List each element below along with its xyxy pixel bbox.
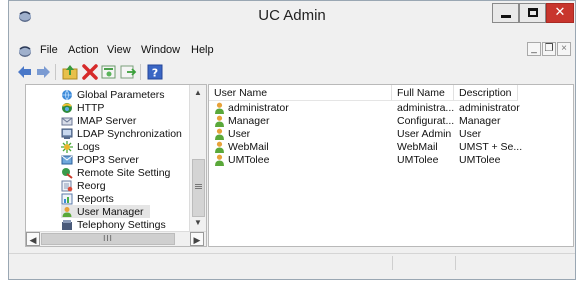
tree-item-logs[interactable]: Logs	[61, 140, 100, 153]
tree-item-user-manager[interactable]: User Manager	[61, 205, 150, 218]
tree-item-pop3-server[interactable]: POP3 Server	[61, 153, 139, 166]
navigation-tree-pane: Global Parameters HTTP IMAP Server LDAP …	[25, 84, 207, 247]
ldap-sync-icon	[61, 128, 73, 139]
table-row[interactable]: WebMail WebMail UMST + Se...	[209, 141, 575, 154]
logs-icon	[61, 140, 73, 153]
user-name-cell: Manager	[228, 115, 270, 127]
scroll-left-arrow[interactable]: ◀	[26, 232, 40, 246]
help-icon[interactable]: ?	[146, 63, 164, 81]
toolbar-separator	[55, 64, 56, 80]
scroll-grip-icon	[195, 184, 202, 185]
horizontal-scroll-thumb[interactable]: III	[41, 233, 175, 245]
user-name-cell: UMTolee	[228, 154, 270, 166]
full-name-cell: User Admin	[397, 128, 452, 140]
up-folder-icon[interactable]	[61, 63, 79, 81]
minimize-button[interactable]	[492, 3, 519, 23]
close-icon: ✕	[554, 5, 566, 20]
user-icon	[215, 128, 224, 140]
table-row[interactable]: administrator administra... administrato…	[209, 102, 575, 115]
table-row[interactable]: User User Admin User	[209, 128, 575, 141]
tree-horizontal-scrollbar[interactable]: ◀ III ▶	[26, 231, 206, 246]
forward-arrow-icon[interactable]	[34, 63, 52, 81]
full-name-cell: UMTolee	[397, 154, 439, 166]
full-name-cell: WebMail	[397, 141, 438, 153]
description-cell: User	[459, 128, 482, 140]
imap-server-icon	[61, 117, 73, 125]
description-cell: UMST + Se...	[459, 141, 523, 153]
status-bar	[9, 253, 575, 271]
reorg-icon	[61, 180, 73, 191]
user-icon	[215, 115, 224, 127]
menu-action[interactable]: Action	[68, 44, 99, 56]
toolbar-separator	[140, 64, 141, 80]
menu-file[interactable]: File	[40, 44, 58, 56]
http-icon	[62, 102, 72, 113]
user-name-cell: administrator	[228, 102, 289, 114]
tree-item-ldap-synchronization[interactable]: LDAP Synchronization	[61, 127, 182, 140]
maximize-button[interactable]	[519, 3, 546, 23]
properties-icon[interactable]	[100, 63, 118, 81]
minimize-icon	[501, 15, 511, 18]
menu-window[interactable]: Window	[141, 44, 180, 56]
column-header-user-name[interactable]: User Name	[209, 85, 392, 101]
reports-icon	[61, 193, 73, 204]
description-cell: Manager	[459, 115, 501, 127]
child-close-button[interactable]: ×	[557, 42, 571, 56]
tree-item-imap-server[interactable]: IMAP Server	[61, 114, 136, 127]
tree-item-reports[interactable]: Reports	[61, 192, 114, 205]
uc-admin-window: UC Admin ✕ File Action View Window Help …	[8, 0, 576, 280]
table-row[interactable]: Manager Configurat... Manager	[209, 115, 575, 128]
tree-item-reorg[interactable]: Reorg	[61, 179, 106, 192]
toolbar: ?	[9, 61, 575, 83]
tree-item-global-parameters[interactable]: Global Parameters	[61, 88, 165, 101]
window-title: UC Admin	[258, 7, 326, 24]
scroll-up-arrow[interactable]: ▲	[191, 86, 205, 100]
title-bar[interactable]: UC Admin ✕	[9, 1, 575, 31]
maximize-icon	[528, 8, 538, 17]
export-icon[interactable]	[119, 63, 137, 81]
user-name-cell: User	[228, 128, 251, 140]
tree-item-remote-site-setting[interactable]: Remote Site Setting	[61, 166, 170, 179]
column-header-description[interactable]: Description	[454, 85, 518, 101]
tree-item-http[interactable]: HTTP	[61, 101, 104, 114]
pop3-server-icon	[61, 155, 73, 164]
menu-view[interactable]: View	[107, 44, 131, 56]
menu-help[interactable]: Help	[191, 44, 214, 56]
vertical-scroll-thumb[interactable]	[192, 159, 205, 217]
system-menu-icon[interactable]	[17, 43, 33, 59]
user-icon	[215, 154, 224, 166]
status-divider	[455, 256, 456, 270]
description-cell: UMTolee	[459, 154, 501, 166]
column-header-full-name[interactable]: Full Name	[392, 85, 454, 101]
full-name-cell: administra...	[397, 102, 455, 114]
svg-text:?: ?	[152, 67, 158, 80]
scroll-right-arrow[interactable]: ▶	[190, 232, 204, 246]
remote-site-icon	[62, 167, 73, 179]
scroll-down-arrow[interactable]: ▼	[191, 216, 205, 230]
telephony-settings-icon	[62, 219, 72, 230]
description-cell: administrator	[459, 102, 520, 114]
child-minimize-button[interactable]: _	[527, 42, 541, 56]
user-icon	[215, 102, 224, 114]
child-restore-button[interactable]: ❐	[542, 42, 556, 56]
user-manager-icon	[62, 206, 72, 217]
menu-bar: File Action View Window Help _ ❐ ×	[9, 41, 575, 61]
user-list-pane: User Name Full Name Description administ…	[208, 84, 574, 247]
close-button[interactable]: ✕	[546, 3, 574, 23]
delete-icon[interactable]	[81, 63, 99, 81]
table-row[interactable]: UMTolee UMTolee UMTolee	[209, 154, 575, 167]
status-divider	[392, 256, 393, 270]
user-icon	[215, 141, 224, 153]
back-arrow-icon[interactable]	[16, 63, 34, 81]
tree-vertical-scrollbar[interactable]: ▲ ▼	[189, 85, 206, 231]
navigation-tree[interactable]: Global Parameters HTTP IMAP Server LDAP …	[26, 85, 188, 230]
user-name-cell: WebMail	[228, 141, 269, 153]
global-parameters-icon	[62, 89, 72, 100]
tree-item-telephony-settings[interactable]: Telephony Settings	[61, 218, 166, 230]
full-name-cell: Configurat...	[397, 115, 455, 127]
